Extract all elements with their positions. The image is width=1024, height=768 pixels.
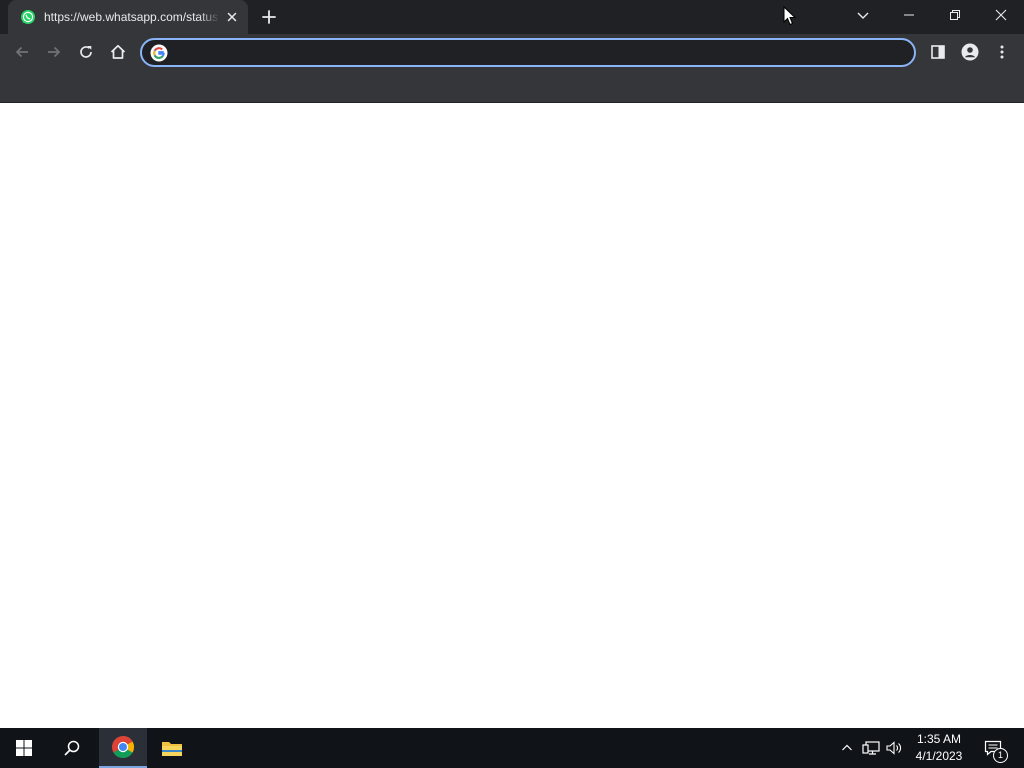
browser-toolbar <box>0 34 1024 70</box>
reload-icon <box>80 46 92 58</box>
taskbar-file-explorer-button[interactable] <box>148 728 196 768</box>
taskbar-chrome-button[interactable] <box>99 728 147 768</box>
menu-button[interactable] <box>992 42 1012 62</box>
start-button[interactable] <box>0 728 48 768</box>
search-icon <box>64 740 80 756</box>
google-icon <box>150 44 168 62</box>
close-window-button[interactable] <box>978 0 1024 30</box>
page-content <box>0 103 1024 728</box>
side-panel-button[interactable] <box>928 42 948 62</box>
close-icon <box>995 9 1007 21</box>
minimize-icon <box>904 14 914 16</box>
address-bar[interactable] <box>140 38 916 67</box>
whatsapp-icon <box>21 10 35 24</box>
chevron-up-icon <box>842 744 852 751</box>
browser-tab[interactable]: https://web.whatsapp.com/status <box>8 0 248 34</box>
forward-arrow-icon <box>48 46 61 58</box>
chevron-down-icon[interactable] <box>854 6 872 24</box>
minimize-button[interactable] <box>886 0 932 30</box>
home-icon <box>110 44 126 59</box>
restore-icon <box>950 10 960 20</box>
back-button[interactable] <box>12 42 32 62</box>
forward-button[interactable] <box>44 42 64 62</box>
chrome-icon <box>112 736 134 758</box>
windows-start-icon <box>16 740 32 756</box>
volume-button[interactable] <box>884 728 904 768</box>
network-status-button[interactable] <box>861 728 881 768</box>
back-arrow-icon <box>15 46 28 58</box>
windows-taskbar: 1:35 AM 4/1/2023 1 <box>0 728 1024 768</box>
more-vert-icon <box>1000 45 1004 59</box>
taskbar-clock[interactable]: 1:35 AM 4/1/2023 <box>908 731 970 765</box>
bookmarks-bar <box>0 70 1024 103</box>
home-button[interactable] <box>108 42 128 62</box>
profile-button[interactable] <box>960 42 980 62</box>
notification-count-badge: 1 <box>993 748 1008 763</box>
address-input[interactable] <box>174 42 898 65</box>
reload-button[interactable] <box>76 42 96 62</box>
new-tab-icon[interactable] <box>260 8 278 26</box>
side-panel-icon <box>931 45 945 59</box>
mouse-cursor-icon <box>783 6 797 26</box>
tab-title: https://web.whatsapp.com/status <box>44 10 219 24</box>
taskbar-search-button[interactable] <box>48 728 96 768</box>
clock-time: 1:35 AM <box>916 732 962 746</box>
volume-icon <box>886 741 901 755</box>
restore-button[interactable] <box>932 0 978 30</box>
show-hidden-icons-button[interactable] <box>838 728 856 768</box>
tab-close-icon[interactable] <box>224 9 240 25</box>
browser-title-bar: https://web.whatsapp.com/status <box>0 0 1024 34</box>
profile-icon <box>961 43 979 61</box>
network-icon <box>862 741 880 755</box>
file-explorer-icon <box>162 742 182 756</box>
clock-date: 4/1/2023 <box>915 749 963 763</box>
